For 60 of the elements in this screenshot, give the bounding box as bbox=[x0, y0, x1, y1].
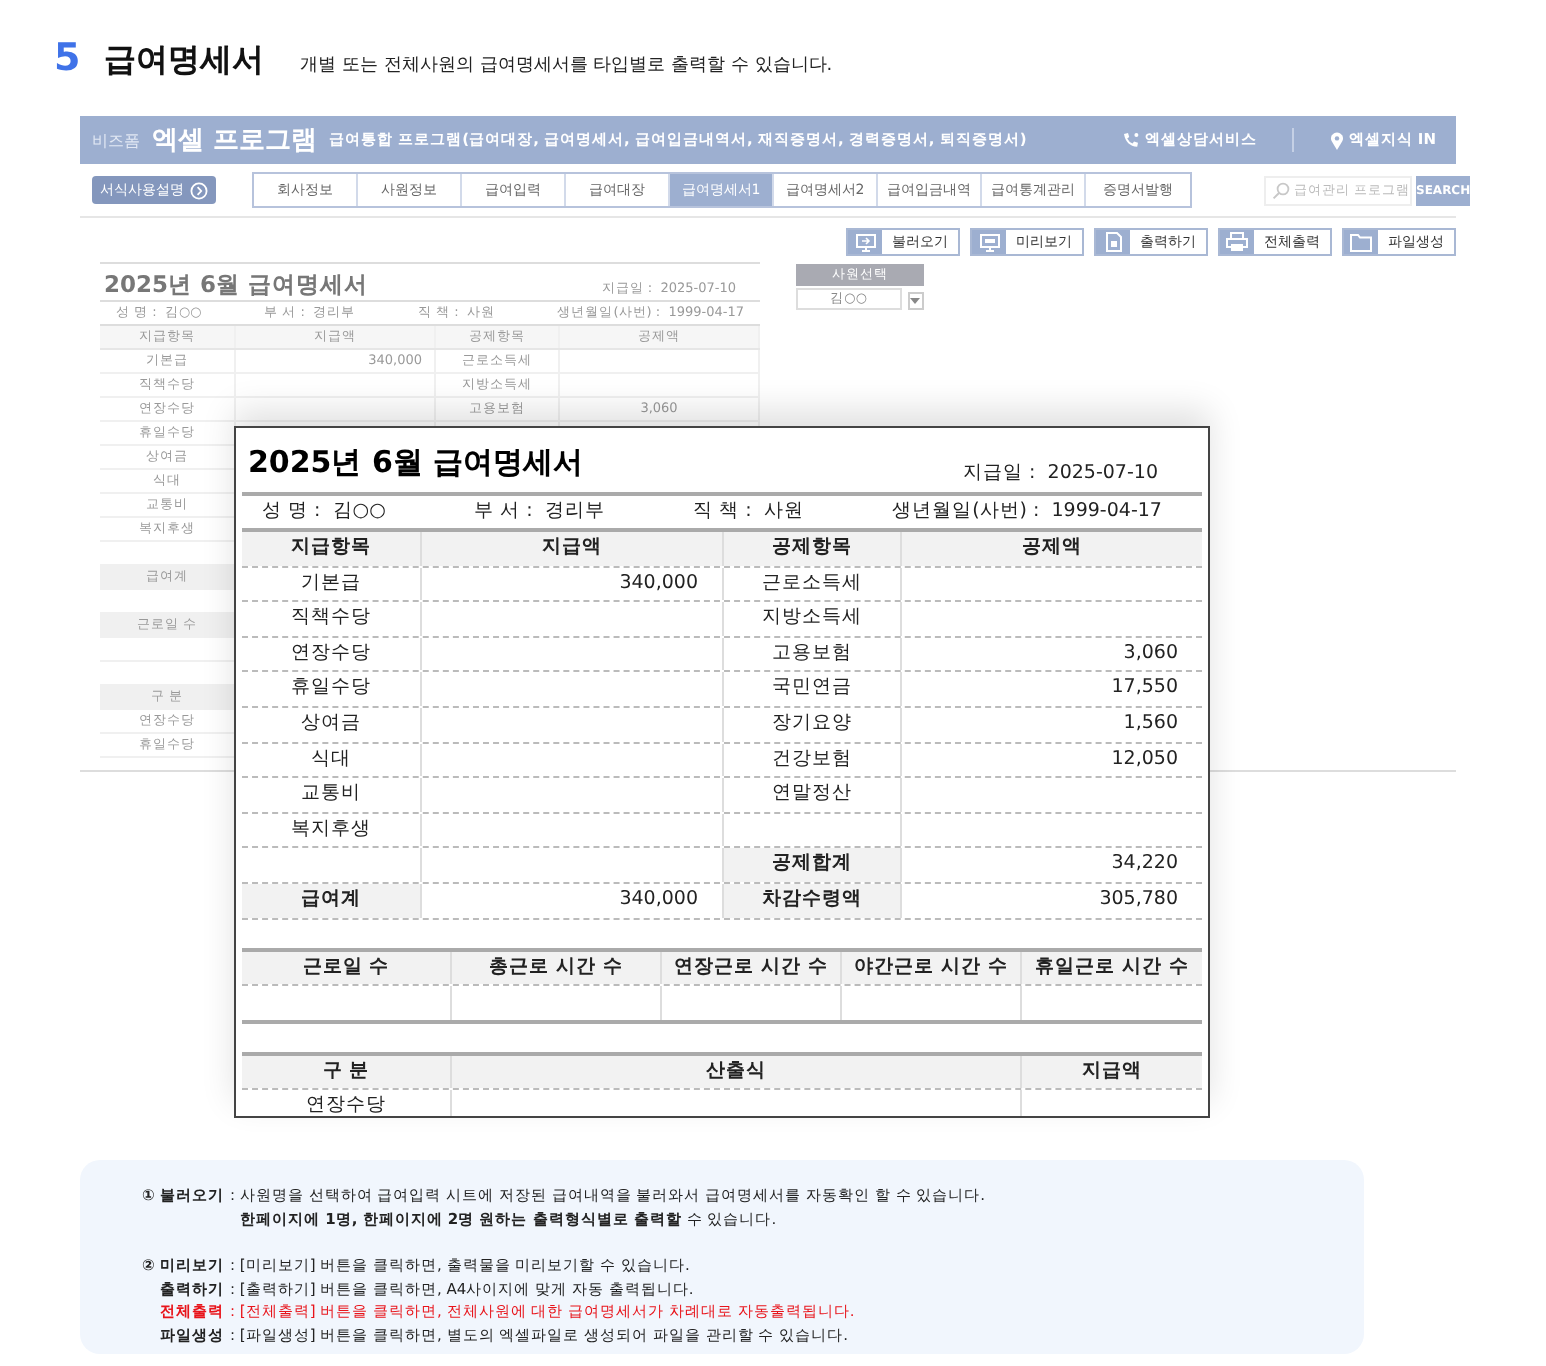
column-header: 휴일근로 시간 수 bbox=[1022, 951, 1202, 985]
circle-arrow-icon bbox=[190, 181, 208, 199]
table-cell-text: 34,220 bbox=[1109, 850, 1180, 879]
app-title: 엑셀 프로그램 bbox=[152, 124, 318, 158]
column-header: 지급액 bbox=[422, 532, 724, 566]
table-cell: 고용보험 bbox=[724, 637, 902, 671]
payslip-title: 2025년 6월 급여명세서 bbox=[248, 444, 584, 482]
table-cell: 연말정산 bbox=[724, 778, 902, 812]
table-cell-text: 3,060 bbox=[1121, 639, 1180, 668]
table-cell: 휴일수당 bbox=[242, 672, 422, 706]
column-header: 공제항목 bbox=[724, 532, 902, 566]
column-header: 산출식 bbox=[452, 1055, 1022, 1089]
section-title: 급여명세서 bbox=[104, 40, 265, 82]
phone-icon bbox=[1122, 132, 1141, 148]
table-cell-text: 12,050 bbox=[1109, 745, 1180, 774]
search-icon bbox=[1272, 181, 1290, 199]
table-cell: 직책수당 bbox=[242, 602, 422, 636]
table-cell: 지방소득세 bbox=[724, 602, 902, 636]
table-cell: 기본급 bbox=[242, 567, 422, 601]
column-header: 근로일 수 bbox=[242, 951, 452, 985]
table-cell: 상여금 bbox=[242, 707, 422, 742]
table-cell: 건강보험 bbox=[724, 743, 902, 777]
column-header: 연장근로 시간 수 bbox=[662, 951, 842, 985]
column-header: 지급항목 bbox=[242, 532, 422, 566]
table-cell: 공제합계 bbox=[724, 848, 902, 882]
info-field: 직 책 : 사원 bbox=[693, 496, 804, 528]
column-header: 야간근로 시간 수 bbox=[842, 951, 1022, 985]
dropdown-arrow-icon[interactable] bbox=[907, 292, 924, 310]
table-cell-text: 17,550 bbox=[1109, 674, 1180, 703]
section-description: 개별 또는 전체사원의 급여명세서를 타입별로 출력할 수 있습니다. bbox=[300, 54, 833, 78]
column-header: 공제액 bbox=[902, 532, 1202, 566]
info-field: 생년월일(사번) : 1999-04-17 bbox=[892, 496, 1162, 528]
table-cell: 식대 bbox=[242, 743, 422, 777]
info-field: 성 명 : 김○○ bbox=[262, 496, 386, 528]
sheet-title: 2025년 6월 급여명세서 bbox=[104, 270, 369, 300]
table-cell: 연장수당 bbox=[242, 637, 422, 671]
folder-icon bbox=[1350, 233, 1372, 251]
table-cell: 연장수당 bbox=[242, 1090, 452, 1116]
table-cell: 근로소득세 bbox=[724, 567, 902, 601]
pay-date: 지급일 : 2025-07-10 bbox=[963, 460, 1158, 486]
monitor-icon bbox=[855, 233, 875, 251]
table-cell: 복지후생 bbox=[242, 813, 422, 847]
table-cell: 국민연금 bbox=[724, 672, 902, 706]
table-cell: 장기요양 bbox=[724, 707, 902, 742]
table-cell: 교통비 bbox=[242, 778, 422, 812]
column-header: 구 분 bbox=[242, 1055, 452, 1089]
document-icon bbox=[1105, 232, 1121, 252]
table-cell: 차감수령액 bbox=[724, 883, 902, 918]
printer-icon bbox=[1226, 232, 1248, 252]
column-header: 지급액 bbox=[1022, 1055, 1202, 1089]
section-number: 5 bbox=[54, 36, 81, 80]
table-cell: 급여계 bbox=[242, 883, 422, 918]
location-pin-icon bbox=[1330, 131, 1345, 149]
table-cell: 340,000 bbox=[422, 567, 724, 601]
brand-label: 비즈폼 bbox=[92, 129, 140, 151]
table-cell-text: 305,780 bbox=[1097, 885, 1180, 914]
column-header: 총근로 시간 수 bbox=[452, 951, 662, 985]
info-field: 부 서 : 경리부 bbox=[474, 496, 605, 528]
table-cell-text: 1,560 bbox=[1121, 709, 1180, 738]
monitor-icon bbox=[979, 233, 999, 251]
